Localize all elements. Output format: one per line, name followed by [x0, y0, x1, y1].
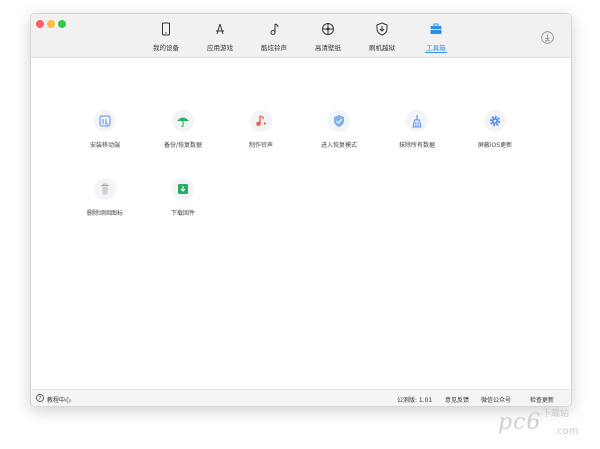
- close-window-button[interactable]: [36, 20, 44, 28]
- tab-wallpapers[interactable]: 高清壁纸: [303, 22, 353, 56]
- wechat-link[interactable]: 微信公众号: [481, 395, 511, 404]
- ringtone-icon: [256, 115, 267, 126]
- tool-block-ios-update[interactable]: 屏蔽iOS更新: [455, 110, 535, 149]
- install-mobile-icon: [99, 115, 111, 127]
- version-label: 公测版: 1.01: [397, 397, 433, 404]
- download-firmware-icon: [178, 184, 188, 194]
- tool-make-ringtone[interactable]: 制作铃声: [221, 110, 301, 149]
- tool-label: 下载固件: [170, 210, 195, 217]
- umbrella-icon: [177, 117, 189, 127]
- tab-toolbox[interactable]: 工具箱: [411, 22, 461, 56]
- tool-install-mobile[interactable]: 安装移动端: [65, 110, 145, 149]
- tool-label: 屏蔽iOS更新: [477, 142, 513, 149]
- tool-label: 制作铃声: [248, 142, 273, 149]
- maximize-window-button[interactable]: [58, 20, 66, 28]
- pc6-watermark: pc6 下载站 .com: [498, 404, 598, 444]
- flower-icon: [322, 23, 334, 35]
- toolbox-content: 安装移动端 备份/恢复数据 制作铃声 进入恢复模式 抹除所有数据 屏蔽iOS更新…: [31, 58, 571, 388]
- shield-download-icon: [376, 22, 388, 36]
- broom-icon: [412, 115, 422, 128]
- tab-label: 酷炫铃声: [261, 44, 287, 52]
- tab-label: 刷机越狱: [369, 44, 395, 52]
- help-icon[interactable]: ?: [36, 394, 44, 402]
- tool-recovery-mode[interactable]: 进入恢复模式: [299, 110, 379, 149]
- tool-label: 备份/恢复数据: [163, 142, 203, 149]
- status-bar: ? 教程中心 公测版: 1.01 意见反馈 微信公众号 检查更新: [31, 389, 571, 406]
- download-manager-icon[interactable]: [541, 31, 554, 44]
- feedback-link[interactable]: 意见反馈: [445, 395, 469, 404]
- tab-apps-games[interactable]: 应用游戏: [195, 22, 245, 56]
- tool-backup-restore[interactable]: 备份/恢复数据: [143, 110, 223, 149]
- shield-check-icon: [334, 115, 344, 127]
- watermark-cn: 下载站: [542, 409, 570, 419]
- music-note-icon: [270, 23, 279, 35]
- tool-delete-stubborn-icon[interactable]: 删除顽固图标: [65, 178, 145, 217]
- tab-flash-jailbreak[interactable]: 刷机越狱: [357, 22, 407, 56]
- watermark-suffix: .com: [554, 426, 579, 437]
- app-store-icon: [216, 23, 224, 35]
- tab-my-device[interactable]: 我的设备: [141, 22, 191, 56]
- tab-ringtones[interactable]: 酷炫铃声: [249, 22, 299, 56]
- app-window: 我的设备 应用游戏 酷炫铃声 高清壁纸 刷机越狱 工具箱 安装移动端 备份/恢复…: [30, 13, 572, 407]
- tool-label: 删除顽固图标: [86, 210, 123, 217]
- tool-download-firmware[interactable]: 下载固件: [143, 178, 223, 217]
- tool-label: 进入恢复模式: [320, 142, 357, 149]
- tool-erase-all-data[interactable]: 抹除所有数据: [377, 110, 457, 149]
- watermark-brand: pc6: [498, 410, 542, 435]
- title-bar: 我的设备 应用游戏 酷炫铃声 高清壁纸 刷机越狱 工具箱: [31, 14, 571, 58]
- tab-label: 高清壁纸: [315, 44, 341, 52]
- minimize-window-button[interactable]: [47, 20, 55, 28]
- tab-label: 工具箱: [426, 44, 446, 52]
- svg-text:?: ?: [39, 396, 42, 402]
- tutorial-center-link[interactable]: 教程中心: [47, 395, 71, 404]
- check-update-link[interactable]: 检查更新: [530, 395, 554, 404]
- tab-label: 应用游戏: [207, 44, 233, 52]
- active-tab-indicator: [425, 51, 447, 53]
- trash-icon: [101, 183, 109, 195]
- tool-label: 抹除所有数据: [398, 142, 435, 149]
- toolbox-icon: [430, 23, 442, 34]
- tab-label: 我的设备: [153, 44, 179, 52]
- tool-label: 安装移动端: [89, 142, 120, 149]
- phone-icon: [162, 22, 170, 36]
- gear-icon: [489, 115, 501, 127]
